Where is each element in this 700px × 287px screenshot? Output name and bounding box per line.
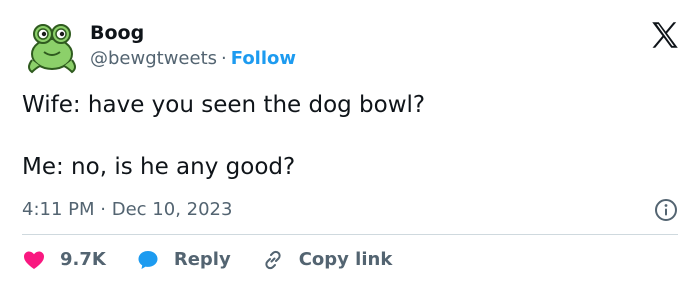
tweet-meta: 4:11 PM · Dec 10, 2023	[22, 196, 682, 224]
divider	[22, 234, 678, 235]
heart-icon	[24, 251, 44, 269]
author-display-name[interactable]: Boog	[90, 20, 296, 46]
tweet-text: Wife: have you seen the dog bowl? Me: no…	[22, 92, 426, 180]
copy-link-label: Copy link	[298, 249, 393, 270]
x-logo-icon[interactable]	[648, 18, 682, 52]
like-button[interactable]: 9.7K	[22, 246, 106, 274]
follow-button[interactable]: Follow	[231, 48, 296, 69]
tweet-time: 4:11 PM	[22, 199, 95, 220]
tweet-date: Dec 10, 2023	[111, 199, 233, 220]
author-block: Boog @bewgtweets · Follow	[90, 20, 296, 72]
author-handle[interactable]: @bewgtweets	[90, 48, 217, 69]
tweet-header: Boog @bewgtweets · Follow	[22, 16, 682, 80]
timestamp-separator: ·	[100, 199, 106, 220]
tweet-timestamp[interactable]: 4:11 PM · Dec 10, 2023	[22, 199, 232, 220]
reply-button[interactable]: Reply	[136, 246, 231, 274]
tweet-actions: 9.7K Reply Copy link	[22, 246, 422, 274]
separator-dot: ·	[221, 48, 227, 69]
copy-link-button[interactable]: Copy link	[261, 246, 393, 274]
tweet-card: Boog @bewgtweets · Follow Wife: have you s…	[0, 0, 700, 287]
speech-bubble-icon	[138, 251, 158, 269]
info-icon[interactable]	[654, 198, 678, 222]
frog-avatar-icon[interactable]	[22, 16, 82, 76]
link-icon	[265, 250, 281, 270]
reply-label: Reply	[173, 249, 231, 270]
like-count: 9.7K	[60, 249, 106, 270]
author-handle-row: @bewgtweets · Follow	[90, 46, 296, 72]
